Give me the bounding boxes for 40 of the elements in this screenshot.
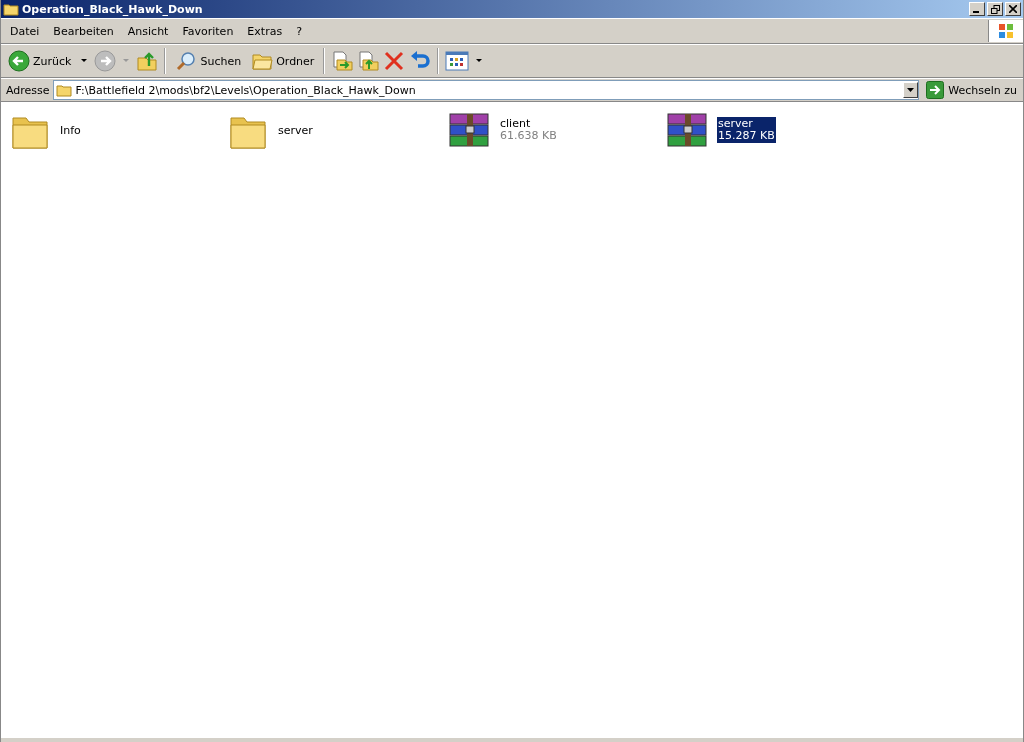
- address-label: Adresse: [6, 83, 50, 97]
- file-name[interactable]: Info: [60, 125, 81, 137]
- restore-icon: [990, 4, 1000, 14]
- menu-item[interactable]: Extras: [240, 24, 290, 38]
- address-dropdown-button[interactable]: [903, 82, 919, 98]
- archive-icon[interactable]: [447, 112, 491, 148]
- back-button[interactable]: Zurück: [5, 47, 75, 75]
- item-label[interactable]: client 61.638 KB: [499, 117, 558, 143]
- item-label[interactable]: server 15.287 KB: [717, 117, 776, 143]
- folder-icon: [3, 2, 19, 16]
- delete-icon[interactable]: [383, 50, 406, 72]
- folders-button[interactable]: Ordner: [248, 47, 318, 75]
- menu-item[interactable]: Favoriten: [175, 24, 241, 38]
- menu-item[interactable]: Datei: [3, 24, 47, 38]
- address-field[interactable]: F:\Battlefield 2\mods\bf2\Levels\Operation_Black_Hawk_Down: [52, 80, 920, 100]
- file-size: 61.638 KB: [500, 130, 557, 142]
- dropdown-arrow-icon: [907, 88, 915, 92]
- dropdown-arrow-icon[interactable]: [476, 59, 483, 63]
- search-icon: [175, 50, 198, 72]
- close-button[interactable]: [1005, 2, 1021, 16]
- file-size: 15.287 KB: [718, 130, 775, 142]
- folder-icon: [251, 51, 274, 71]
- file-name[interactable]: server: [278, 125, 313, 137]
- minimize-button[interactable]: [969, 2, 985, 16]
- search-button[interactable]: Suchen: [172, 47, 245, 75]
- view-grid-icon[interactable]: [445, 51, 470, 71]
- go-button[interactable]: Wechseln zu: [922, 81, 1021, 99]
- menu-item[interactable]: ?: [289, 24, 309, 38]
- folder-icon: [55, 83, 72, 97]
- dropdown-arrow-icon[interactable]: [81, 59, 88, 63]
- restore-button[interactable]: [987, 2, 1003, 16]
- menu-item[interactable]: Bearbeiten: [46, 24, 121, 38]
- archive-icon[interactable]: [665, 112, 709, 148]
- copy-to-folder-icon[interactable]: [357, 50, 380, 72]
- window-title: Operation_Black_Hawk_Down: [22, 2, 203, 16]
- move-to-folder-icon[interactable]: [331, 50, 354, 72]
- file-name: client: [500, 118, 532, 130]
- file-name: server: [718, 118, 754, 130]
- close-icon: [1009, 5, 1017, 13]
- menu-item[interactable]: Ansicht: [120, 24, 176, 38]
